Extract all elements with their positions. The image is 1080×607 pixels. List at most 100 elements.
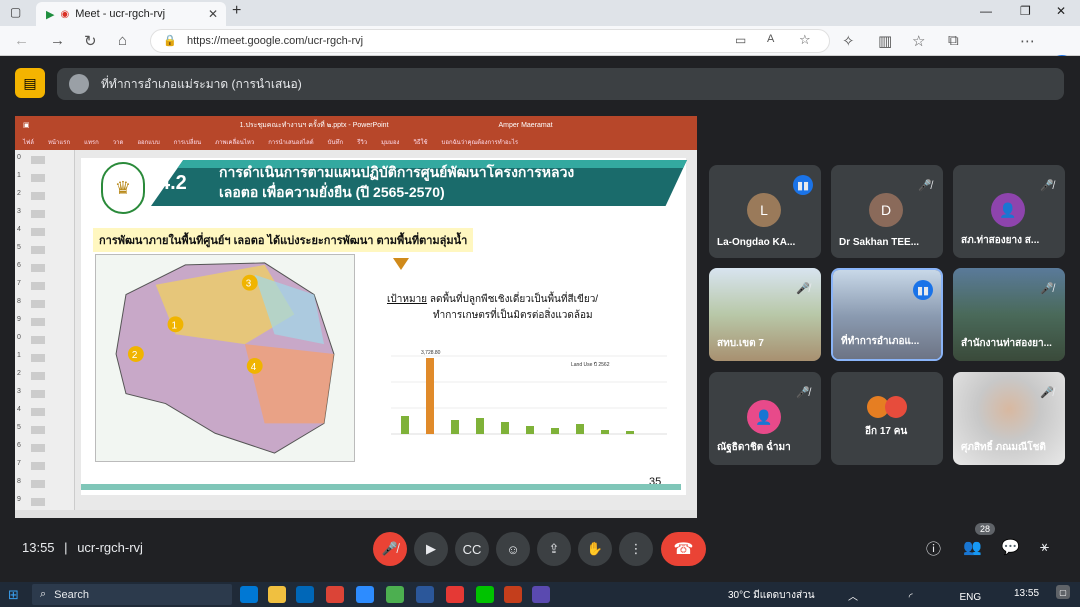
mail-icon[interactable] — [296, 586, 314, 603]
show-hidden-icons[interactable]: ︿ — [848, 592, 858, 603]
slide-thumbnail[interactable]: 0 — [17, 154, 71, 168]
ribbon-tab: วาด — [112, 140, 124, 146]
slide-thumbnail[interactable]: 9 — [17, 316, 71, 330]
people-icon[interactable]: 👥 — [963, 538, 982, 556]
watershed-map: 1 2 3 4 — [95, 254, 355, 462]
windows-start-icon[interactable]: ⊞ — [8, 587, 19, 603]
participant-name: สภ.ท่าสองยาง ส... — [961, 235, 1040, 246]
map-zone-label: 1 — [172, 320, 178, 331]
participant-name: La-Ongdao KA... — [717, 237, 796, 248]
participant-name: ที่ทำการอำเภอแ... — [841, 336, 920, 347]
input-language[interactable]: ENG — [959, 592, 981, 603]
taskbar-search[interactable]: ⌕ Search — [32, 584, 232, 605]
powerpoint-title-bar: ▣ 1.ประชุมคณะทำงานฯ ครั้งที่ ๒.pptx - Po… — [15, 116, 697, 134]
thumb-preview — [31, 390, 45, 398]
slide-thumbnails: 0 1 2 3 4 5 6 7 8 9 0 1 2 3 4 5 6 7 8 9 — [15, 150, 75, 510]
slide-thumbnail[interactable]: 8 — [17, 298, 71, 312]
close-window-icon[interactable]: ✕ — [1056, 4, 1066, 18]
favorites-icon[interactable]: ☆ — [912, 32, 925, 50]
slide-thumbnail[interactable]: 3 — [17, 208, 71, 222]
split-screen-icon[interactable]: ▥ — [878, 32, 892, 50]
collections-icon[interactable]: ⧉ — [948, 32, 959, 49]
leave-call-button[interactable]: ☎ — [661, 532, 706, 566]
slide-thumbnail[interactable]: 7 — [17, 460, 71, 474]
presentation-indicator-icon[interactable]: ▤ — [15, 68, 45, 98]
address-bar-row: ← → ↻ ⌂ 🔒 https://meet.google.com/ucr-rg… — [0, 26, 1080, 79]
forward-icon[interactable]: → — [50, 32, 65, 49]
participant-tile[interactable]: 👤 🎤̸ สภ.ท่าสองยาง ส... — [953, 165, 1065, 258]
powerpoint-icon[interactable] — [504, 586, 522, 603]
notification-icon[interactable]: ▢ — [1056, 585, 1070, 599]
slide-thumbnail[interactable]: 2 — [17, 190, 71, 204]
participant-tile[interactable]: D 🎤̸ Dr Sakhan TEE... — [831, 165, 943, 258]
meeting-details-icon[interactable]: ⓘ — [926, 538, 941, 559]
slide-thumbnail[interactable]: 5 — [17, 424, 71, 438]
participant-tile[interactable]: 🎤̸ ศุภสิทธิ์ ภณมณีโชติ — [953, 372, 1065, 465]
more-options-icon[interactable]: ⋯ — [1020, 32, 1035, 50]
word-icon[interactable] — [416, 586, 434, 603]
new-tab-button[interactable]: + — [232, 2, 241, 20]
ribbon-tab: ภาพเคลื่อนไหว — [215, 140, 255, 146]
presenter-label: ที่ทำการอำเภอแม่ระมาด (การนำเสนอ) — [101, 76, 302, 91]
favorite-star-icon[interactable]: ☆ — [799, 32, 811, 48]
participant-tile[interactable]: 👤 🎤̸ ณัฐธิดาชิต ฉ่ำมา — [709, 372, 821, 465]
others-tile[interactable]: อีก 17 คน — [831, 372, 943, 465]
system-tray: ︿ ◜ ENG — [848, 588, 981, 603]
present-button[interactable]: ⇪ — [537, 532, 571, 566]
chrome-icon[interactable] — [326, 586, 344, 603]
wifi-icon[interactable]: ◜ — [909, 592, 913, 603]
tab-actions-icon[interactable]: ▢ — [10, 5, 21, 19]
slide-thumbnail[interactable]: 3 — [17, 388, 71, 402]
more-options-button[interactable]: ⋮ — [619, 532, 653, 566]
powerpoint-user: Amper Maeramat — [498, 121, 553, 129]
participant-name: สทบ.เขต 7 — [717, 338, 764, 349]
slide-thumbnail[interactable]: 6 — [17, 262, 71, 276]
participant-tile[interactable]: L ▮▮ La-Ongdao KA... — [709, 165, 821, 258]
line-icon[interactable] — [476, 586, 494, 603]
camera-permission-icon[interactable]: ▭ — [735, 33, 746, 47]
slide-thumbnail[interactable]: 1 — [17, 172, 71, 186]
slide-thumbnail[interactable]: 8 — [17, 478, 71, 492]
app-icon[interactable] — [386, 586, 404, 603]
weather-widget[interactable]: 30°C มีแดดบางส่วน — [728, 588, 815, 603]
reactions-button[interactable]: ☺ — [496, 532, 530, 566]
participant-tile[interactable]: 🎤̸ สทบ.เขต 7 — [709, 268, 821, 361]
restore-icon[interactable]: ❐ — [1020, 4, 1031, 18]
minimize-icon[interactable]: — — [980, 4, 992, 18]
participant-tile[interactable]: ▮▮ ที่ทำการอำเภอแ... — [831, 268, 943, 361]
activities-icon[interactable]: ⚹ — [1040, 538, 1049, 555]
captions-button[interactable]: CC — [455, 532, 489, 566]
acrobat-icon[interactable] — [446, 586, 464, 603]
home-icon[interactable]: ⌂ — [118, 32, 127, 49]
back-icon[interactable]: ← — [14, 32, 29, 49]
slide-thumbnail[interactable]: 7 — [17, 280, 71, 294]
browser-tab[interactable]: ▶ ◉ Meet - ucr-rgch-rvj ✕ — [36, 2, 226, 26]
thumb-preview — [31, 480, 45, 488]
slide-thumbnail[interactable]: 9 — [17, 496, 71, 510]
slide-thumbnail[interactable]: 4 — [17, 226, 71, 240]
close-tab-icon[interactable]: ✕ — [208, 7, 218, 21]
slide-thumbnail[interactable]: 4 — [17, 406, 71, 420]
read-aloud-icon[interactable]: A — [767, 33, 774, 45]
lock-icon[interactable]: 🔒 — [163, 34, 177, 47]
participant-tile[interactable]: 🎤̸ สำนักงานท่าสองยา... — [953, 268, 1065, 361]
slide-thumbnail[interactable]: 6 — [17, 442, 71, 456]
mic-toggle-button[interactable]: 🎤̸ — [373, 532, 407, 566]
slide-thumbnail[interactable]: 5 — [17, 244, 71, 258]
edge-icon[interactable] — [240, 586, 258, 603]
url-field[interactable]: 🔒 https://meet.google.com/ucr-rgch-rvj ▭… — [150, 29, 830, 53]
chat-icon[interactable]: 💬 — [1001, 538, 1020, 556]
slide-thumbnail[interactable]: 0 — [17, 334, 71, 348]
search-label: Search — [54, 588, 90, 601]
teams-icon[interactable] — [532, 586, 550, 603]
slide-thumbnail[interactable]: 1 — [17, 352, 71, 366]
taskbar-clock[interactable]: 13:55 — [1014, 588, 1039, 599]
thumb-number: 1 — [17, 352, 21, 359]
slide-thumbnail[interactable]: 2 — [17, 370, 71, 384]
camera-toggle-button[interactable]: ▶ — [414, 532, 448, 566]
zoom-icon[interactable] — [356, 586, 374, 603]
raise-hand-button[interactable]: ✋ — [578, 532, 612, 566]
extensions-icon[interactable]: ✧ — [842, 32, 855, 50]
file-explorer-icon[interactable] — [268, 586, 286, 603]
refresh-icon[interactable]: ↻ — [84, 32, 97, 50]
